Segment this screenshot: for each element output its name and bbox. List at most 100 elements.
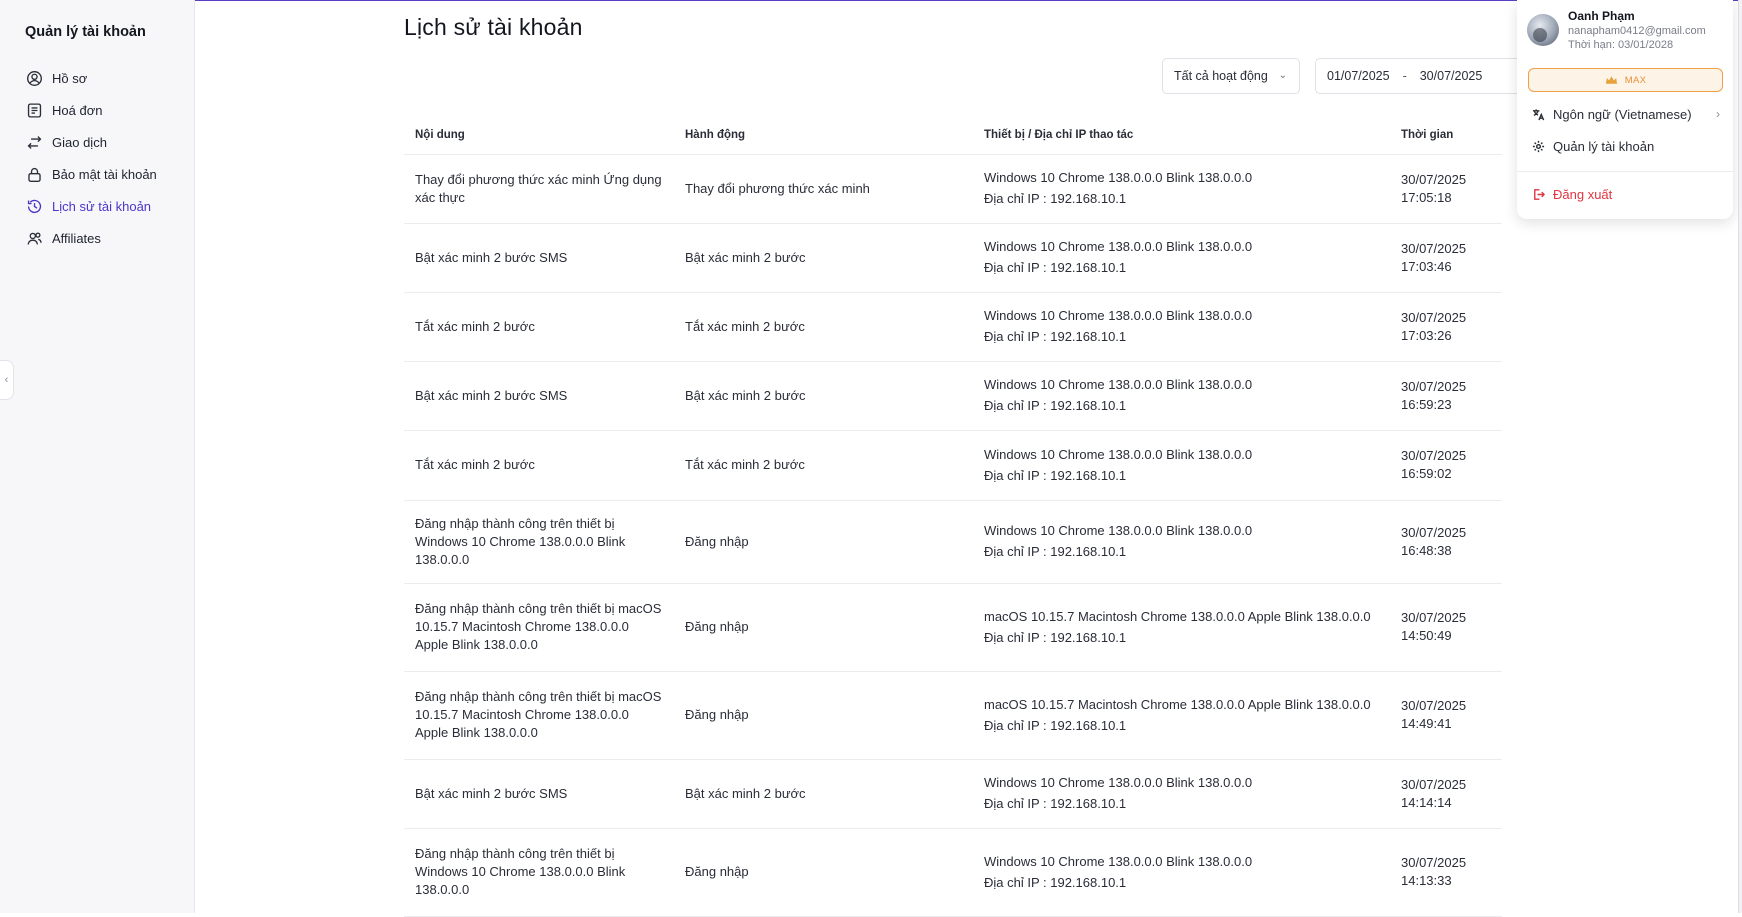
row-device-cell: Windows 10 Chrome 138.0.0.0 Blink 138.0.… — [973, 500, 1390, 584]
row-ip: Địa chỉ IP : 192.168.10.1 — [984, 629, 1127, 645]
row-time-cell: 30/07/2025 16:59:23 — [1390, 361, 1502, 431]
row-date: 30/07/2025 — [1401, 524, 1467, 540]
row-date: 30/07/2025 — [1401, 240, 1467, 256]
row-ip: Địa chỉ IP : 192.168.10.1 — [984, 260, 1127, 275]
logout-label: Đăng xuất — [1553, 187, 1613, 202]
sidebar-item-history[interactable]: Lịch sử tài khoản — [25, 190, 194, 222]
logout-icon — [1534, 189, 1545, 200]
user-circle-icon — [25, 69, 43, 87]
history-table: Nội dung Hành động Thiết bị / Địa chỉ IP… — [404, 116, 1502, 917]
plan-expiry: Thời hạn: 03/01/2028 — [1568, 39, 1674, 51]
column-header-action: Hành động — [674, 116, 973, 155]
row-date: 30/07/2025 — [1401, 171, 1467, 187]
row-time-cell: 30/07/2025 17:03:26 — [1390, 292, 1502, 362]
row-device-cell: macOS 10.15.7 Macintosh Chrome 138.0.0.0… — [973, 671, 1390, 760]
column-header-device: Thiết bị / Địa chỉ IP thao tác — [973, 116, 1390, 155]
sidebar-item-invoices[interactable]: Hoá đơn — [25, 94, 194, 126]
row-content: Đăng nhập thành công trên thiết bị macOS… — [404, 583, 674, 672]
row-device-cell: Windows 10 Chrome 138.0.0.0 Blink 138.0.… — [973, 292, 1390, 362]
row-device-cell: macOS 10.15.7 Macintosh Chrome 138.0.0.0… — [973, 583, 1390, 672]
row-content: Bật xác minh 2 bước SMS — [404, 759, 674, 829]
users-icon — [25, 229, 43, 247]
sidebar-item-affiliates[interactable]: Affiliates — [25, 222, 194, 254]
row-action: Đăng nhập — [674, 583, 973, 672]
crown-icon — [1605, 76, 1617, 84]
row-action: Tắt xác minh 2 bước — [674, 292, 973, 362]
row-date: 30/07/2025 — [1401, 448, 1467, 463]
plan-badge[interactable]: MAX — [1528, 68, 1723, 92]
sidebar-item-security[interactable]: Bảo mật tài khoản — [25, 158, 194, 190]
row-action: Đăng nhập — [674, 828, 973, 917]
row-ip: Địa chỉ IP : 192.168.10.1 — [984, 874, 1127, 890]
user-name: Oanh Phạm — [1568, 9, 1635, 23]
row-time: 16:59:02 — [1401, 466, 1452, 481]
table-row: Đăng nhập thành công trên thiết bị macOS… — [404, 583, 1502, 672]
page-edge — [1738, 0, 1742, 913]
user-email: nanapham0412@gmail.com — [1568, 25, 1706, 37]
row-device: Windows 10 Chrome 138.0.0.0 Blink 138.0.… — [984, 523, 1253, 538]
sidebar-collapse-toggle[interactable]: ‹ — [0, 360, 14, 400]
sidebar-item-label: Hồ sơ — [52, 70, 88, 86]
user-menu-dropdown: Oanh Phạm nanapham0412@gmail.com Thời hạ… — [1517, 0, 1733, 219]
translate-icon — [1532, 109, 1545, 121]
row-time-cell: 30/07/2025 16:59:02 — [1390, 430, 1502, 501]
menu-divider — [1517, 171, 1733, 172]
row-ip: Địa chỉ IP : 192.168.10.1 — [984, 544, 1127, 559]
sidebar-item-label: Affiliates — [52, 230, 101, 246]
row-action: Bật xác minh 2 bước — [674, 759, 973, 829]
date-separator: - — [1402, 69, 1407, 83]
row-time-cell: 30/07/2025 14:49:41 — [1390, 671, 1502, 760]
sidebar-item-transactions[interactable]: Giao dịch — [25, 126, 194, 158]
sidebar-item-profile[interactable]: Hồ sơ — [25, 62, 194, 94]
row-device-cell: Windows 10 Chrome 138.0.0.0 Blink 138.0.… — [973, 223, 1390, 293]
activity-filter-select[interactable]: Tất cả hoạt động ⌄ — [1162, 58, 1300, 94]
chevron-left-icon: ‹ — [4, 374, 9, 386]
row-device: macOS 10.15.7 Macintosh Chrome 138.0.0.0… — [984, 608, 1371, 624]
language-menu-item[interactable]: Ngôn ngữ (Vietnamese) › — [1532, 107, 1720, 122]
row-time-cell: 30/07/2025 14:14:14 — [1390, 759, 1502, 829]
row-time-cell: 30/07/2025 14:50:49 — [1390, 583, 1502, 672]
row-ip: Địa chỉ IP : 192.168.10.1 — [984, 398, 1127, 413]
row-content: Đăng nhập thành công trên thiết bị macOS… — [404, 671, 674, 760]
row-action: Bật xác minh 2 bước — [674, 223, 973, 293]
row-time-cell: 30/07/2025 14:13:33 — [1390, 828, 1502, 917]
date-from[interactable]: 01/07/2025 — [1327, 69, 1390, 83]
row-time: 16:59:23 — [1401, 396, 1452, 412]
row-device: Windows 10 Chrome 138.0.0.0 Blink 138.0.… — [984, 853, 1253, 869]
account-management-label: Quản lý tài khoản — [1553, 139, 1655, 154]
table-row: Bật xác minh 2 bước SMS Bật xác minh 2 bư… — [404, 361, 1502, 431]
plan-label: MAX — [1624, 74, 1647, 86]
table-row: Tắt xác minh 2 bước Tắt xác minh 2 bước Wi… — [404, 430, 1502, 501]
sidebar-item-label: Giao dịch — [52, 134, 107, 150]
row-date: 30/07/2025 — [1401, 610, 1467, 625]
row-time-cell: 30/07/2025 16:48:38 — [1390, 500, 1502, 584]
row-content: Tắt xác minh 2 bước — [404, 292, 674, 362]
row-date: 30/07/2025 — [1401, 378, 1467, 394]
row-action: Đăng nhập — [674, 671, 973, 760]
row-content: Bật xác minh 2 bước SMS — [404, 361, 674, 431]
row-ip: Địa chỉ IP : 192.168.10.1 — [984, 796, 1127, 811]
row-device: Windows 10 Chrome 138.0.0.0 Blink 138.0.… — [984, 308, 1253, 323]
row-ip: Địa chỉ IP : 192.168.10.1 — [984, 191, 1127, 206]
lock-icon — [25, 165, 43, 183]
transfer-icon — [25, 133, 43, 151]
invoice-icon — [25, 101, 43, 119]
table-header-row: Nội dung Hành động Thiết bị / Địa chỉ IP… — [404, 116, 1502, 155]
row-device: Windows 10 Chrome 138.0.0.0 Blink 138.0.… — [984, 377, 1253, 392]
row-ip: Địa chỉ IP : 192.168.10.1 — [984, 329, 1127, 344]
row-time: 17:05:18 — [1401, 189, 1452, 205]
sidebar-item-label: Bảo mật tài khoản — [52, 166, 157, 182]
row-time: 17:03:26 — [1401, 327, 1452, 343]
date-to[interactable]: 30/07/2025 — [1420, 69, 1483, 83]
account-management-menu-item[interactable]: Quản lý tài khoản — [1532, 139, 1654, 154]
row-device-cell: Windows 10 Chrome 138.0.0.0 Blink 138.0.… — [973, 430, 1390, 501]
page-title: Lịch sử tài khoản — [404, 14, 583, 40]
logout-menu-item[interactable]: Đăng xuất — [1532, 187, 1612, 202]
sidebar-title: Quản lý tài khoản — [25, 24, 146, 40]
date-range-picker[interactable]: 01/07/2025 - 30/07/2025 × — [1315, 58, 1540, 94]
table-row: Đăng nhập thành công trên thiết bị macOS… — [404, 671, 1502, 760]
row-device: macOS 10.15.7 Macintosh Chrome 138.0.0.0… — [984, 696, 1371, 712]
row-ip: Địa chỉ IP : 192.168.10.1 — [984, 717, 1127, 733]
row-device-cell: Windows 10 Chrome 138.0.0.0 Blink 138.0.… — [973, 828, 1390, 917]
avatar[interactable] — [1527, 14, 1559, 46]
